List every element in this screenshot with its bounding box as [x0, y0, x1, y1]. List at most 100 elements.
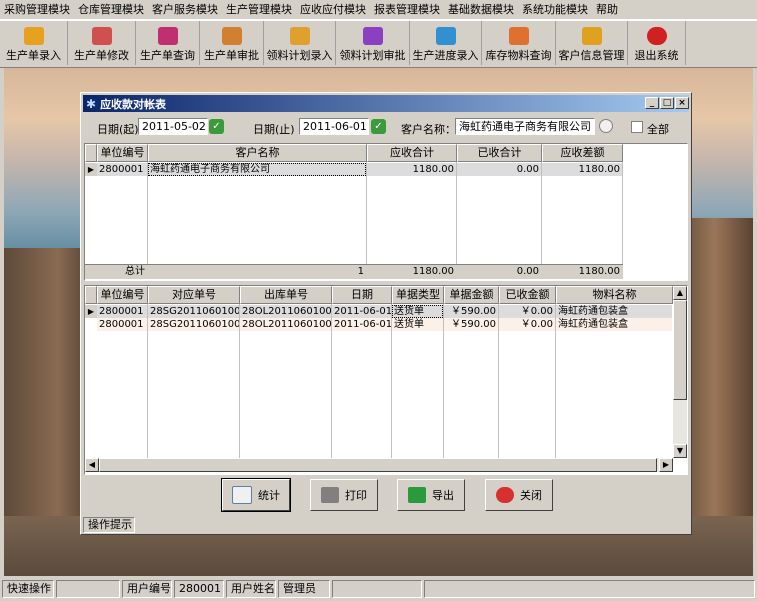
print-button[interactable]: 打印	[310, 479, 378, 511]
detail-col-out-no[interactable]: 出库单号	[240, 286, 332, 304]
power-icon	[496, 487, 514, 503]
status-user-name-label: 用户姓名	[226, 580, 276, 598]
toolbar-exit-button[interactable]: 退出系统	[628, 21, 686, 65]
menu-bar: 采购管理模块 仓库管理模块 客户服务模块 生产管理模块 应收应付模块 报表管理模…	[0, 0, 757, 20]
detail-col-material[interactable]: 物料名称	[556, 286, 673, 304]
menu-warehouse[interactable]: 仓库管理模块	[74, 0, 148, 19]
summary-cell-code[interactable]: 2800001	[97, 163, 147, 176]
summary-cell-difference[interactable]: 1180.00	[542, 163, 622, 176]
summary-cell-customer[interactable]: 海虹药通电子商务有限公司	[148, 163, 366, 176]
summary-col-code[interactable]: 单位编号	[97, 144, 148, 162]
close-window-button[interactable]: ×	[675, 97, 689, 109]
start-date-label: 日期(起)	[97, 123, 139, 136]
detail-cell-received[interactable]: ￥0.00	[499, 305, 555, 318]
close-button[interactable]: 关闭	[485, 479, 553, 511]
box-add-icon	[23, 27, 44, 45]
menu-receivable-payable[interactable]: 应收应付模块	[296, 0, 370, 19]
status-user-name: 管理员	[278, 580, 330, 598]
menu-help[interactable]: 帮助	[592, 0, 622, 19]
scroll-right-arrow-icon[interactable]: ▶	[659, 458, 673, 472]
maximize-button[interactable]: □	[660, 97, 674, 109]
toolbar-progress-entry-button[interactable]: 生产进度录入	[410, 21, 482, 65]
summary-grid[interactable]: 单位编号 客户名称 应收合计 已收合计 应收差额 ▶ 2800001 海虹药通电…	[84, 143, 688, 281]
status-user-id: 280001	[174, 580, 224, 598]
status-info-panel	[424, 580, 755, 598]
toolbar-production-order-edit-button[interactable]: 生产单修改	[68, 21, 136, 65]
toolbar: 生产单录入 生产单修改 生产单查询 生产单审批 领料计划录入 领料计划审批 生产…	[0, 20, 757, 68]
toolbar-production-order-approve-button[interactable]: 生产单审批	[200, 21, 264, 65]
calendar-check-icon[interactable]: ✓	[209, 119, 224, 134]
toolbar-production-order-query-button[interactable]: 生产单查询	[136, 21, 200, 65]
detail-cell-type[interactable]: 送货单	[392, 305, 443, 318]
detail-col-date[interactable]: 日期	[332, 286, 392, 304]
detail-cell-received[interactable]: ￥0.00	[499, 318, 555, 331]
magnifier-icon[interactable]	[599, 119, 613, 133]
scroll-down-arrow-icon[interactable]: ▼	[673, 444, 687, 458]
detail-cell-type[interactable]: 送货单	[392, 318, 443, 331]
detail-cell-material[interactable]: 海虹药通包装盒	[556, 318, 672, 331]
minimize-button[interactable]: _	[645, 97, 659, 109]
toolbar-material-plan-approve-button[interactable]: 领料计划审批	[336, 21, 410, 65]
window-title: 应收款对帐表	[100, 97, 167, 111]
end-date-input[interactable]: 2011-06-01	[299, 118, 369, 135]
detail-cell-amount[interactable]: ￥590.00	[444, 305, 498, 318]
summary-total-difference: 1180.00	[578, 266, 620, 277]
toolbar-customer-info-button[interactable]: 客户信息管理	[556, 21, 628, 65]
detail-cell-material[interactable]: 海虹药通包装盒	[556, 305, 672, 318]
detail-col-received[interactable]: 已收金额	[499, 286, 556, 304]
export-button[interactable]: 导出	[397, 479, 465, 511]
summary-cell-received[interactable]: 0.00	[457, 163, 541, 176]
detail-col-type[interactable]: 单据类型	[392, 286, 444, 304]
window-titlebar[interactable]: ✱ 应收款对帐表 _ □ ×	[83, 95, 689, 112]
menu-purchase[interactable]: 采购管理模块	[0, 0, 74, 19]
summary-corner-header	[85, 144, 97, 162]
detail-grid[interactable]: 单位编号 对应单号 出库单号 日期 单据类型 单据金额 已收金额 物料名称 ▶ …	[84, 285, 688, 475]
detail-cell-out-no[interactable]: 28OL201106010002	[240, 305, 331, 318]
plan-approve-icon	[362, 27, 383, 45]
approve-icon	[221, 27, 242, 45]
all-checkbox[interactable]	[631, 121, 643, 133]
summary-col-customer[interactable]: 客户名称	[148, 144, 367, 162]
row-indicator-arrow-icon: ▶	[85, 163, 97, 176]
detail-col-amount[interactable]: 单据金额	[444, 286, 499, 304]
detail-cell-amount[interactable]: ￥590.00	[444, 318, 498, 331]
detail-cell-code[interactable]: 2800001	[97, 305, 147, 318]
customer-select[interactable]: 海虹药通电子商务有限公司	[455, 118, 595, 135]
detail-cell-order-no[interactable]: 28SG201106010002	[148, 318, 239, 331]
detail-cell-out-no[interactable]: 28OL201106010003	[240, 318, 331, 331]
filter-bar: 日期(起) 2011-05-02 ✓ 日期(止) 2011-06-01 ✓ 客户…	[83, 115, 689, 137]
start-date-input[interactable]: 2011-05-02	[138, 118, 208, 135]
menu-base-data[interactable]: 基础数据模块	[444, 0, 518, 19]
detail-col-code[interactable]: 单位编号	[97, 286, 148, 304]
summary-total-count: 1	[357, 266, 364, 277]
detail-cell-code[interactable]: 2800001	[97, 318, 147, 331]
summary-col-receivable[interactable]: 应收合计	[367, 144, 457, 162]
detail-vertical-scrollbar[interactable]: ▲ ▼	[673, 286, 687, 458]
summary-total-received: 0.00	[516, 266, 539, 277]
stats-button[interactable]: 统计	[221, 478, 291, 512]
summary-col-received[interactable]: 已收合计	[457, 144, 542, 162]
scroll-left-arrow-icon[interactable]: ◀	[85, 458, 99, 472]
exit-icon	[646, 27, 667, 45]
detail-cell-date[interactable]: 2011-06-01	[332, 305, 391, 318]
toolbar-stock-query-button[interactable]: 库存物料查询	[482, 21, 556, 65]
menu-production[interactable]: 生产管理模块	[222, 0, 296, 19]
menu-reports[interactable]: 报表管理模块	[370, 0, 444, 19]
detail-horizontal-scrollbar[interactable]: ◀ ▶	[85, 458, 673, 472]
summary-col-difference[interactable]: 应收差额	[542, 144, 623, 162]
scroll-thumb[interactable]	[99, 458, 657, 472]
calendar-check-icon[interactable]: ✓	[371, 119, 386, 134]
summary-cell-receivable[interactable]: 1180.00	[367, 163, 456, 176]
progress-icon	[435, 27, 456, 45]
detail-cell-order-no[interactable]: 28SG201106010001	[148, 305, 239, 318]
menu-system[interactable]: 系统功能模块	[518, 0, 592, 19]
customer-label: 客户名称：	[401, 123, 456, 136]
toolbar-production-order-entry-button[interactable]: 生产单录入	[0, 21, 68, 65]
detail-cell-date[interactable]: 2011-06-01	[332, 318, 391, 331]
scroll-up-arrow-icon[interactable]: ▲	[673, 286, 687, 300]
scroll-thumb[interactable]	[673, 300, 687, 400]
menu-customer-service[interactable]: 客户服务模块	[148, 0, 222, 19]
toolbar-material-plan-entry-button[interactable]: 领料计划录入	[264, 21, 336, 65]
detail-col-order-no[interactable]: 对应单号	[148, 286, 240, 304]
summary-total-receivable: 1180.00	[412, 266, 454, 277]
